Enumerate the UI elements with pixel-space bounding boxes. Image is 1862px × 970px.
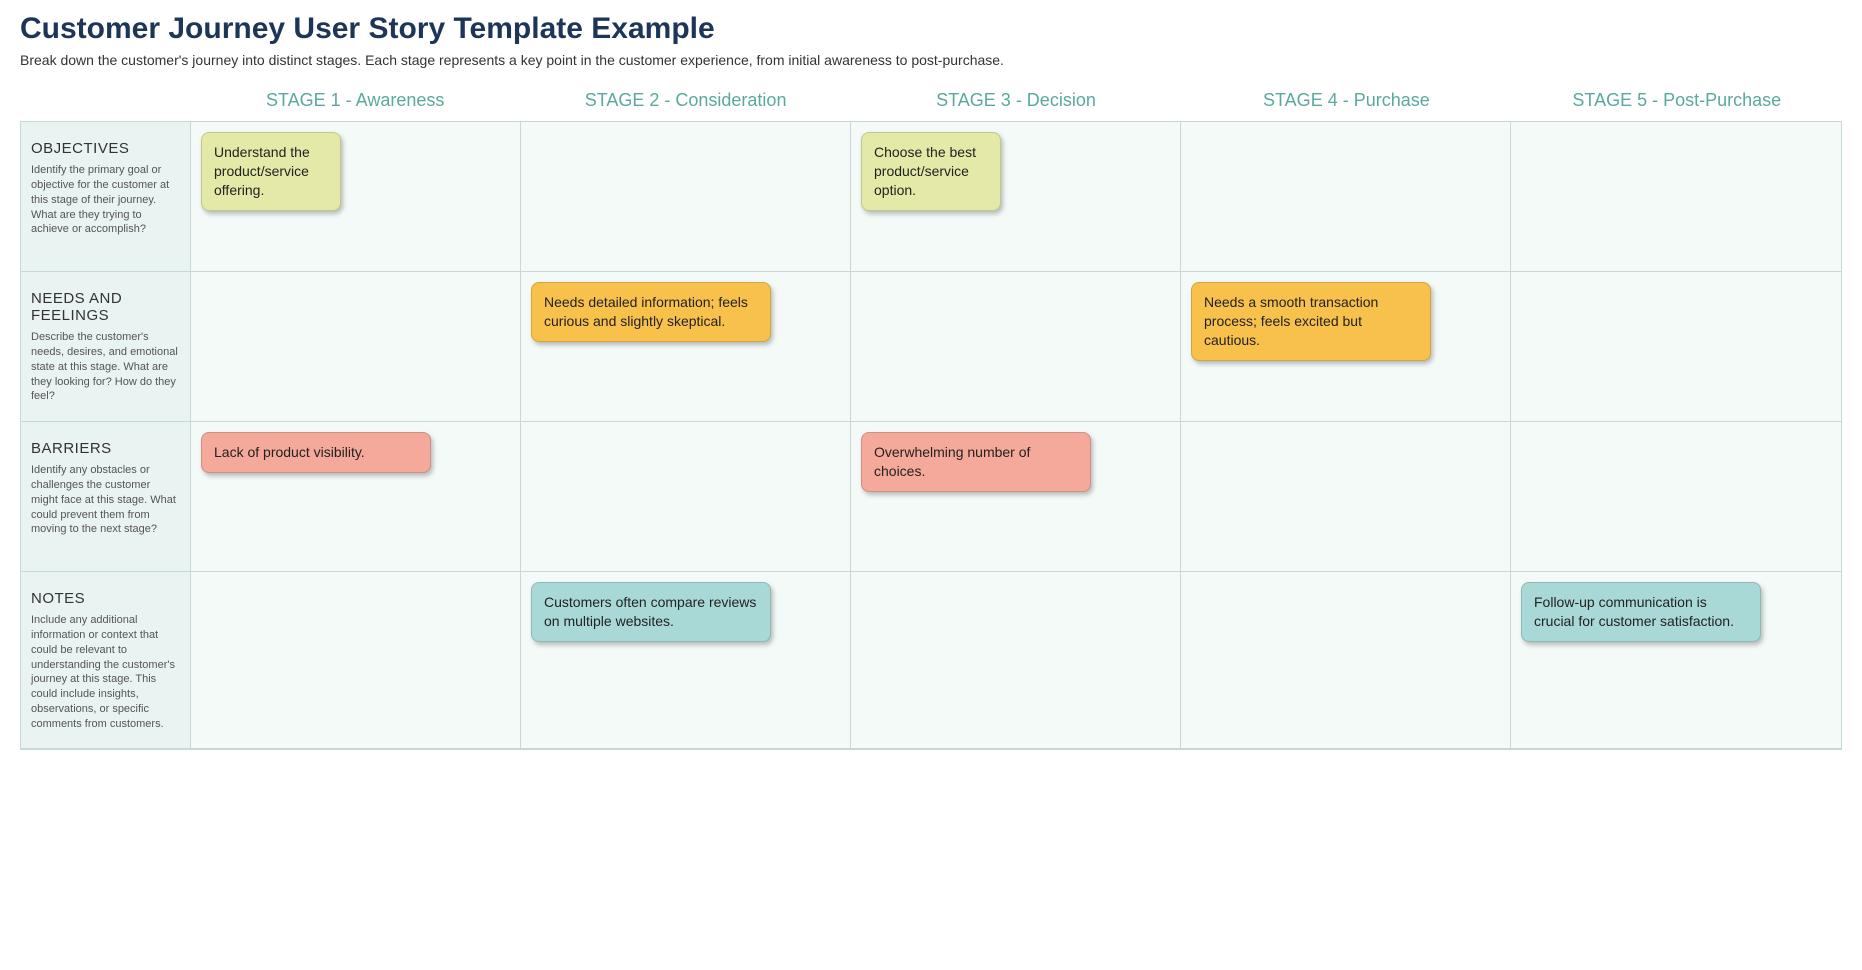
card-note: Customers often compare reviews on multi… <box>531 582 771 642</box>
cell-objectives-stage4 <box>1181 122 1511 272</box>
cell-objectives-stage3: Choose the best product/service option. <box>851 122 1181 272</box>
card-needs: Needs detailed information; feels curiou… <box>531 282 771 342</box>
row-title: NOTES <box>31 590 180 607</box>
card-barrier: Lack of product visibility. <box>201 432 431 473</box>
cell-notes-stage5: Follow-up communication is crucial for c… <box>1511 572 1841 749</box>
card-barrier: Overwhelming number of choices. <box>861 432 1091 492</box>
row-desc: Include any additional information or co… <box>31 613 180 732</box>
stage-header-2: STAGE 2 - Consideration <box>520 86 850 119</box>
cell-objectives-stage1: Understand the product/service offering. <box>191 122 521 272</box>
card-needs: Needs a smooth transaction process; feel… <box>1191 282 1431 361</box>
cell-barriers-stage3: Overwhelming number of choices. <box>851 422 1181 572</box>
stage-header-4: STAGE 4 - Purchase <box>1181 86 1511 119</box>
row-header-objectives: OBJECTIVES Identify the primary goal or … <box>21 122 191 272</box>
cell-barriers-stage2 <box>521 422 851 572</box>
row-desc: Identify the primary goal or objective f… <box>31 163 180 237</box>
card-note: Follow-up communication is crucial for c… <box>1521 582 1761 642</box>
row-title: OBJECTIVES <box>31 140 180 157</box>
page-title: Customer Journey User Story Template Exa… <box>20 12 1842 46</box>
cell-needs-stage1 <box>191 272 521 422</box>
stage-header-3: STAGE 3 - Decision <box>851 86 1181 119</box>
stage-header-row: STAGE 1 - Awareness STAGE 2 - Considerat… <box>20 86 1842 119</box>
stage-header-5: STAGE 5 - Post-Purchase <box>1512 86 1842 119</box>
cell-needs-stage2: Needs detailed information; feels curiou… <box>521 272 851 422</box>
cell-notes-stage4 <box>1181 572 1511 749</box>
row-title: NEEDS AND FEELINGS <box>31 290 180 324</box>
journey-table: OBJECTIVES Identify the primary goal or … <box>20 121 1842 750</box>
row-title: BARRIERS <box>31 440 180 457</box>
cell-barriers-stage5 <box>1511 422 1841 572</box>
cell-needs-stage4: Needs a smooth transaction process; feel… <box>1181 272 1511 422</box>
cell-notes-stage2: Customers often compare reviews on multi… <box>521 572 851 749</box>
cell-notes-stage1 <box>191 572 521 749</box>
stage-header-1: STAGE 1 - Awareness <box>190 86 520 119</box>
row-desc: Identify any obstacles or challenges the… <box>31 463 180 537</box>
row-header-barriers: BARRIERS Identify any obstacles or chall… <box>21 422 191 572</box>
row-desc: Describe the customer's needs, desires, … <box>31 330 180 404</box>
row-header-needs: NEEDS AND FEELINGS Describe the customer… <box>21 272 191 422</box>
cell-barriers-stage4 <box>1181 422 1511 572</box>
cell-notes-stage3 <box>851 572 1181 749</box>
cell-objectives-stage2 <box>521 122 851 272</box>
cell-needs-stage3 <box>851 272 1181 422</box>
page-subtitle: Break down the customer's journey into d… <box>20 52 1842 68</box>
row-header-notes: NOTES Include any additional information… <box>21 572 191 749</box>
card-objective: Understand the product/service offering. <box>201 132 341 211</box>
cell-objectives-stage5 <box>1511 122 1841 272</box>
card-objective: Choose the best product/service option. <box>861 132 1001 211</box>
cell-needs-stage5 <box>1511 272 1841 422</box>
cell-barriers-stage1: Lack of product visibility. <box>191 422 521 572</box>
